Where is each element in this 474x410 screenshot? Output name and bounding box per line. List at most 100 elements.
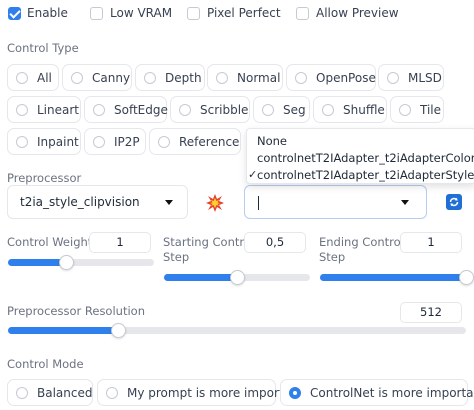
model-option-none[interactable]: None (257, 134, 287, 148)
option-label: Lineart (37, 102, 79, 117)
enable-label: Enable (27, 6, 68, 20)
model-dropdown-list: None controlnetT2IAdapter_t2iAdapterColo… (246, 128, 474, 184)
control-type-depth[interactable]: Depth (135, 64, 205, 91)
model-option-style[interactable]: controlnetT2IAdapter_t2iAdapterStyle [89… (257, 168, 474, 182)
refresh-models-button[interactable] (441, 189, 467, 215)
model-option-color[interactable]: controlnetT2IAdapter_t2iAdapterColor [c5… (257, 151, 474, 165)
option-label: Seg (283, 102, 306, 117)
slider-fill (8, 259, 67, 266)
ending-step-input[interactable]: 1 (400, 232, 462, 253)
starting-step-slider[interactable] (164, 270, 310, 285)
starting-step-label-line2: Step (163, 250, 190, 264)
option-label: Normal (237, 70, 281, 85)
control-mode-balanced[interactable]: Balanced (7, 379, 93, 406)
option-label: Reference (179, 134, 240, 149)
starting-step-input[interactable]: 0,5 (244, 232, 306, 253)
control-type-openpose[interactable]: OpenPose (286, 64, 376, 91)
control-type-ip2p[interactable]: IP2P (84, 128, 146, 155)
slider-thumb[interactable] (110, 323, 126, 338)
enable-checkbox[interactable] (8, 7, 21, 20)
control-mode-heading: Control Mode (7, 357, 84, 371)
control-type-all[interactable]: All (7, 64, 59, 91)
radio-circle (16, 135, 28, 148)
slider-fill (320, 274, 466, 281)
model-select[interactable] (244, 185, 427, 219)
radio-circle (179, 103, 191, 116)
option-label: Canny (92, 70, 131, 85)
slider-thumb[interactable] (230, 270, 245, 285)
checkmark-icon: ✓ (248, 168, 258, 181)
starting-step-label-line1: Starting Control (163, 235, 255, 249)
slider-fill (8, 327, 118, 334)
control-type-normal[interactable]: Normal (207, 64, 283, 91)
option-label: MLSD (408, 70, 442, 85)
radio-circle (16, 71, 28, 84)
preprocessor-resolution-input[interactable]: 512 (400, 302, 462, 323)
option-label: SoftEdge (114, 102, 168, 117)
option-label: Balanced (37, 385, 93, 400)
control-weight-input[interactable]: 1 (89, 232, 151, 253)
chevron-down-icon (165, 200, 173, 205)
preprocessor-select[interactable]: t2ia_style_clipvision (7, 185, 188, 219)
control-type-softedge[interactable]: SoftEdge (84, 96, 168, 123)
chevron-down-icon (401, 200, 409, 205)
pixel-perfect-checkbox[interactable] (187, 7, 200, 20)
radio-circle (399, 103, 411, 116)
control-type-canny[interactable]: Canny (62, 64, 132, 91)
control-weight-label: Control Weight (7, 235, 93, 249)
allow-preview-checkbox[interactable] (296, 7, 309, 20)
radio-circle (93, 103, 105, 116)
pixel-perfect-label: Pixel Perfect (207, 6, 281, 20)
radio-circle (106, 386, 118, 399)
slider-thumb[interactable] (459, 270, 474, 285)
radio-circle (262, 103, 274, 116)
radio-circle (387, 71, 399, 84)
refresh-icon (446, 194, 462, 210)
radio-circle (16, 386, 28, 399)
slider-fill (164, 274, 237, 281)
preprocessor-value: t2ia_style_clipvision (20, 195, 140, 209)
control-type-shuffle[interactable]: Shuffle (313, 96, 387, 123)
option-label: ControlNet is more important (310, 385, 474, 400)
control-type-inpaint[interactable]: Inpaint (7, 128, 81, 155)
radio-circle-selected (289, 386, 301, 399)
control-mode-controlnet[interactable]: ControlNet is more important (280, 379, 474, 406)
radio-circle (144, 71, 156, 84)
option-label: Inpaint (37, 134, 79, 149)
control-type-lineart[interactable]: Lineart (7, 96, 81, 123)
run-preprocessor-button[interactable] (201, 189, 229, 217)
option-label: My prompt is more important (127, 385, 304, 400)
option-label: Shuffle (343, 102, 385, 117)
preprocessor-resolution-label: Preprocessor Resolution (7, 304, 145, 318)
control-type-heading: Control Type (7, 41, 79, 55)
low-vram-checkbox[interactable] (90, 7, 103, 20)
ending-step-label-line2: Step (319, 250, 346, 264)
low-vram-label: Low VRAM (110, 6, 173, 20)
explosion-icon (206, 194, 224, 212)
radio-circle (16, 103, 28, 116)
radio-circle (322, 103, 334, 116)
option-label: Tile (420, 102, 442, 117)
allow-preview-label: Allow Preview (316, 6, 399, 20)
control-type-tile[interactable]: Tile (390, 96, 444, 123)
control-type-scribble[interactable]: Scribble (170, 96, 250, 123)
control-type-seg[interactable]: Seg (253, 96, 310, 123)
control-type-reference[interactable]: Reference (149, 128, 241, 155)
option-label: OpenPose (316, 70, 376, 85)
radio-circle (93, 135, 105, 148)
ending-step-label-line1: Ending Control (319, 235, 404, 249)
control-mode-prompt[interactable]: My prompt is more important (97, 379, 303, 406)
ending-step-slider[interactable] (320, 270, 474, 285)
preprocessor-resolution-slider[interactable] (8, 323, 466, 338)
option-label: IP2P (114, 134, 140, 149)
option-label: Depth (165, 70, 202, 85)
text-cursor (258, 196, 259, 210)
radio-circle (158, 135, 170, 148)
control-type-mlsd[interactable]: MLSD (378, 64, 444, 91)
control-weight-slider[interactable] (8, 255, 154, 270)
option-label: Scribble (200, 102, 249, 117)
radio-circle (295, 71, 307, 84)
radio-circle (216, 71, 228, 84)
radio-circle (71, 71, 83, 84)
slider-thumb[interactable] (59, 255, 75, 270)
